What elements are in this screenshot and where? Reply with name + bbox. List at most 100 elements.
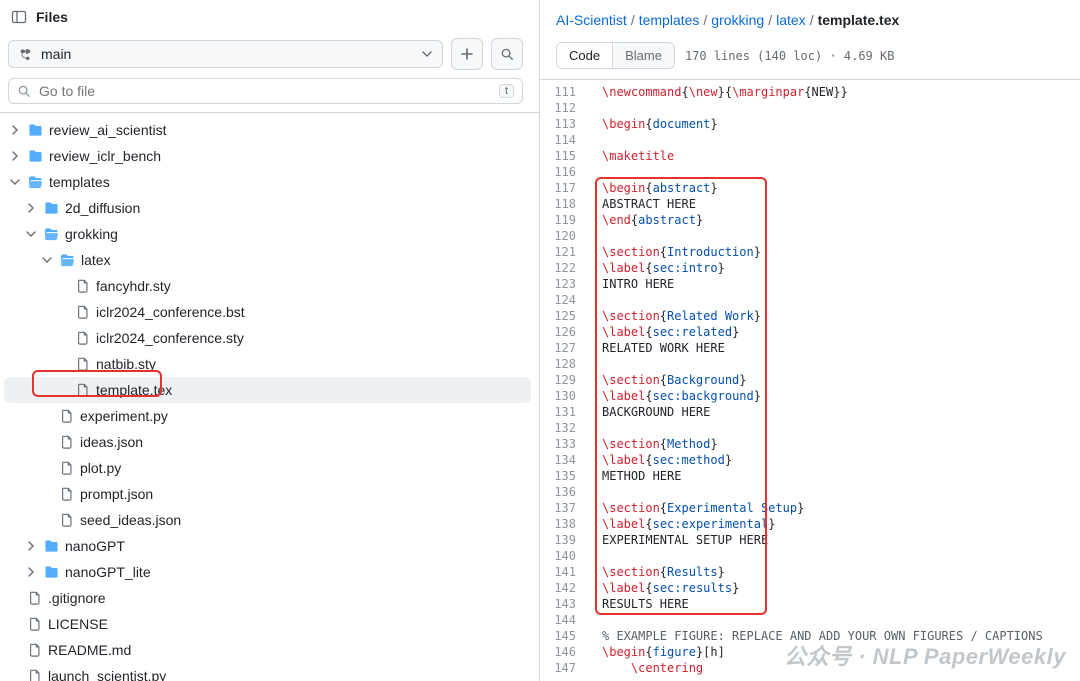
code-line[interactable]: 129\section{Background} [540, 372, 1080, 388]
code-line[interactable]: 138\label{sec:experimental} [540, 516, 1080, 532]
code-line[interactable]: 118ABSTRACT HERE [540, 196, 1080, 212]
code-line[interactable]: 145% EXAMPLE FIGURE: REPLACE AND ADD YOU… [540, 628, 1080, 644]
tree-file[interactable]: ideas.json [4, 429, 531, 455]
code-line[interactable]: 125\section{Related Work} [540, 308, 1080, 324]
tree-file[interactable]: README.md [4, 637, 531, 663]
code-line[interactable]: 137\section{Experimental Setup} [540, 500, 1080, 516]
tree-file[interactable]: .gitignore [4, 585, 531, 611]
code-line[interactable]: 141\section{Results} [540, 564, 1080, 580]
code-line[interactable]: 121\section{Introduction} [540, 244, 1080, 260]
tree-file[interactable]: iclr2024_conference.sty [4, 325, 531, 351]
tree-folder[interactable]: templates [4, 169, 531, 195]
search-button[interactable] [491, 38, 523, 70]
folder-icon [60, 253, 75, 268]
chevron-icon[interactable] [8, 175, 22, 189]
chevron-icon[interactable] [24, 565, 38, 579]
code-content: \label{sec:intro} [590, 260, 1080, 276]
chevron-icon[interactable] [24, 201, 38, 215]
code-line[interactable]: 113\begin{document} [540, 116, 1080, 132]
code-line[interactable]: 134\label{sec:method} [540, 452, 1080, 468]
code-line[interactable]: 124 [540, 292, 1080, 308]
files-header: Files [0, 0, 539, 38]
breadcrumb-link[interactable]: templates [639, 12, 700, 28]
code-line[interactable]: 126\label{sec:related} [540, 324, 1080, 340]
file-icon [28, 617, 42, 631]
chevron-icon[interactable] [40, 253, 54, 267]
code-line[interactable]: 133\section{Method} [540, 436, 1080, 452]
tree-file[interactable]: plot.py [4, 455, 531, 481]
code-line[interactable]: 119\end{abstract} [540, 212, 1080, 228]
chevron-icon[interactable] [8, 149, 22, 163]
line-number: 128 [540, 356, 590, 372]
code-line[interactable]: 146\begin{figure}[h] [540, 644, 1080, 660]
code-line[interactable]: 112 [540, 100, 1080, 116]
code-line[interactable]: 131BACKGROUND HERE [540, 404, 1080, 420]
code-line[interactable]: 147 \centering [540, 660, 1080, 676]
code-content: \section{Related Work} [590, 308, 1080, 324]
tree-folder[interactable]: review_iclr_bench [4, 143, 531, 169]
line-number: 116 [540, 164, 590, 180]
code-line[interactable]: 128 [540, 356, 1080, 372]
breadcrumb-link[interactable]: latex [776, 12, 806, 28]
branch-icon [19, 47, 33, 61]
code-line[interactable]: 144 [540, 612, 1080, 628]
file-meta: 170 lines (140 loc) · 4.69 KB [685, 49, 895, 63]
tree-folder[interactable]: nanoGPT [4, 533, 531, 559]
tab-code[interactable]: Code [557, 43, 613, 68]
tree-file[interactable]: natbib.sty [4, 351, 531, 377]
branch-select[interactable]: main [8, 40, 443, 68]
tree-file[interactable]: LICENSE [4, 611, 531, 637]
tree-file[interactable]: fancyhdr.sty [4, 273, 531, 299]
code-line[interactable]: 130\label{sec:background} [540, 388, 1080, 404]
tree-file[interactable]: seed_ideas.json [4, 507, 531, 533]
tree-folder[interactable]: nanoGPT_lite [4, 559, 531, 585]
tree-item-label: fancyhdr.sty [96, 278, 171, 294]
tree-file[interactable]: iclr2024_conference.bst [4, 299, 531, 325]
code-line[interactable]: 135METHOD HERE [540, 468, 1080, 484]
tree-file[interactable]: prompt.json [4, 481, 531, 507]
tree-folder[interactable]: latex [4, 247, 531, 273]
tab-blame[interactable]: Blame [613, 43, 674, 68]
tree-file[interactable]: template.tex [4, 377, 531, 403]
code-line[interactable]: 114 [540, 132, 1080, 148]
file-icon [60, 435, 74, 449]
file-filter[interactable]: t [8, 78, 523, 104]
file-tree[interactable]: review_ai_scientistreview_iclr_benchtemp… [0, 112, 539, 681]
code-line[interactable]: 140 [540, 548, 1080, 564]
code-content: RESULTS HERE [590, 596, 1080, 612]
add-file-button[interactable] [451, 38, 483, 70]
code-line[interactable]: 123INTRO HERE [540, 276, 1080, 292]
file-view-pane: AI-Scientist / templates / grokking / la… [540, 0, 1080, 681]
code-line[interactable]: 132 [540, 420, 1080, 436]
tree-file[interactable]: launch_scientist.py [4, 663, 531, 681]
code-line[interactable]: 116 [540, 164, 1080, 180]
line-number: 135 [540, 468, 590, 484]
code-content: METHOD HERE [590, 468, 1080, 484]
code-line[interactable]: 127RELATED WORK HERE [540, 340, 1080, 356]
tree-folder[interactable]: grokking [4, 221, 531, 247]
code-content [590, 132, 1080, 148]
line-number: 140 [540, 548, 590, 564]
chevron-icon[interactable] [8, 123, 22, 137]
code-line[interactable]: 139EXPERIMENTAL SETUP HERE [540, 532, 1080, 548]
breadcrumb-link[interactable]: AI-Scientist [556, 12, 627, 28]
code-line[interactable]: 142\label{sec:results} [540, 580, 1080, 596]
code-line[interactable]: 136 [540, 484, 1080, 500]
tree-folder[interactable]: 2d_diffusion [4, 195, 531, 221]
code-line[interactable]: 117\begin{abstract} [540, 180, 1080, 196]
tree-folder[interactable]: review_ai_scientist [4, 117, 531, 143]
tree-file[interactable]: experiment.py [4, 403, 531, 429]
code-area[interactable]: 111\newcommand{\new}{\marginpar{NEW}}112… [540, 79, 1080, 681]
code-line[interactable]: 115\maketitle [540, 148, 1080, 164]
code-line[interactable]: 111\newcommand{\new}{\marginpar{NEW}} [540, 84, 1080, 100]
file-filter-input[interactable] [39, 83, 491, 99]
code-line[interactable]: 120 [540, 228, 1080, 244]
code-line[interactable]: 122\label{sec:intro} [540, 260, 1080, 276]
code-line[interactable]: 143RESULTS HERE [540, 596, 1080, 612]
breadcrumb-separator: / [703, 12, 707, 28]
chevron-icon[interactable] [24, 227, 38, 241]
breadcrumb-link[interactable]: grokking [711, 12, 764, 28]
panel-collapse-icon[interactable] [10, 8, 28, 26]
line-number: 137 [540, 500, 590, 516]
chevron-icon[interactable] [24, 539, 38, 553]
